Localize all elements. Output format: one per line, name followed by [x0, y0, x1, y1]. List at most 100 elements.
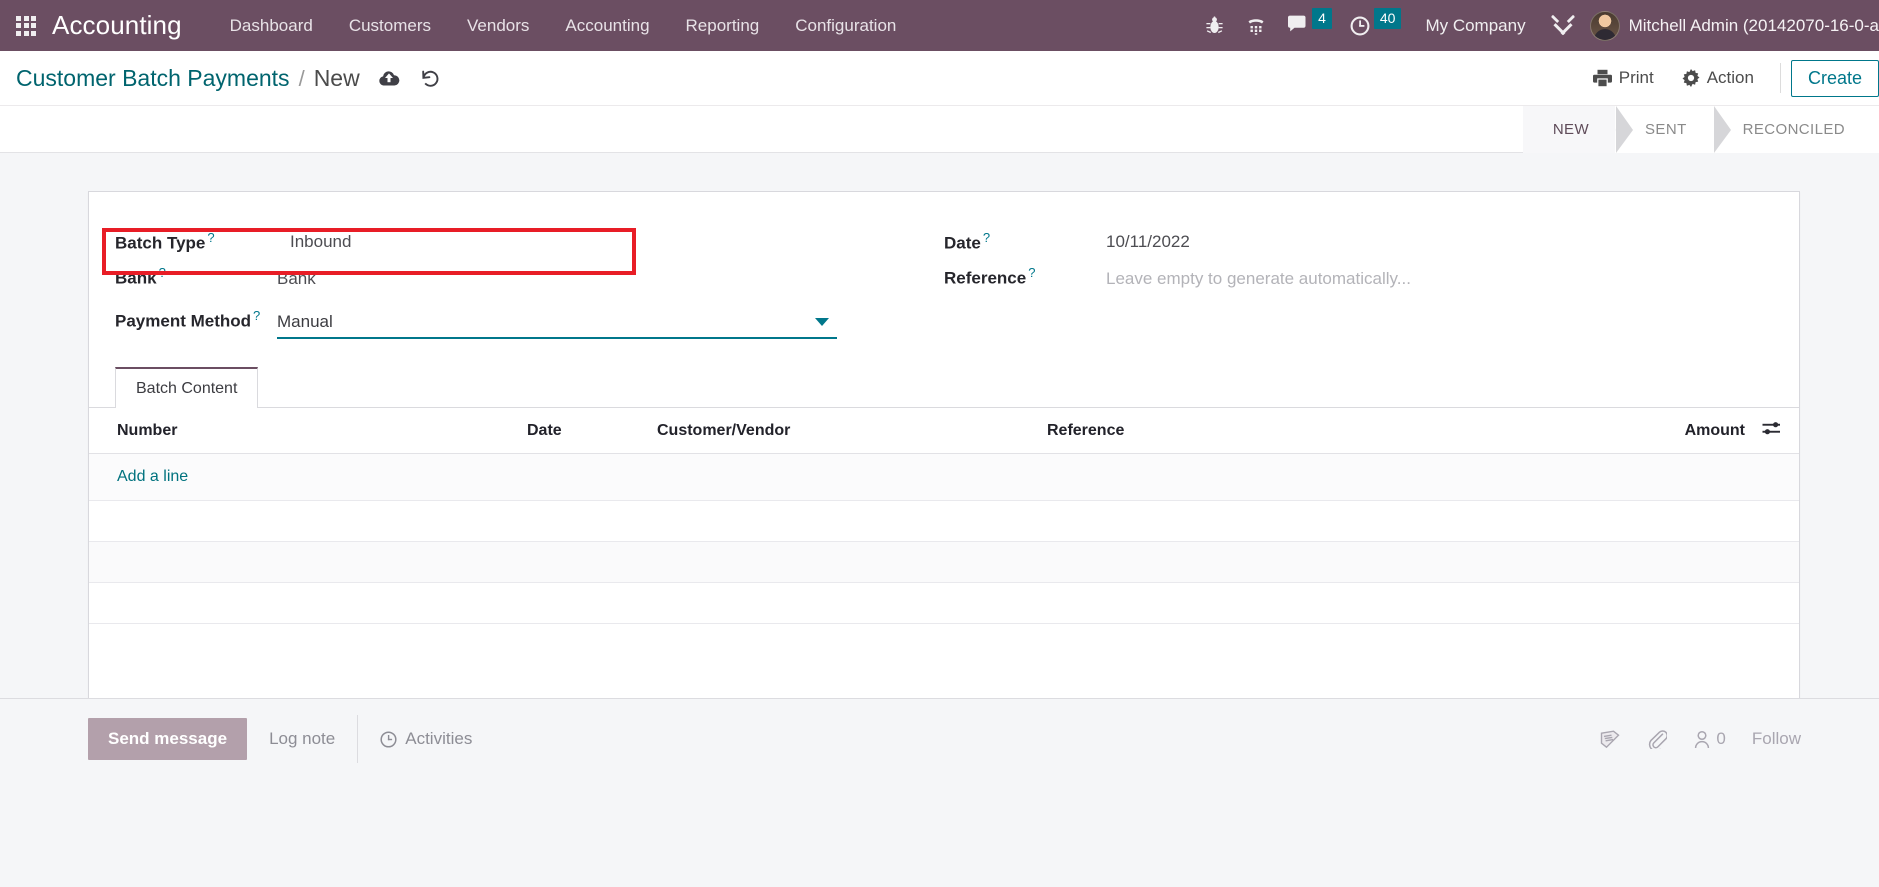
empty-cell [89, 623, 1799, 681]
cloud-upload-icon[interactable] [378, 70, 400, 87]
action-button[interactable]: Action [1668, 51, 1768, 105]
breadcrumb-parent[interactable]: Customer Batch Payments [16, 65, 290, 92]
bug-icon[interactable] [1193, 0, 1235, 51]
field-bank-value: Bank [277, 268, 316, 288]
page-body: Batch Type? Inbound Bank? Bank Payment M… [0, 153, 1879, 800]
action-label: Action [1706, 68, 1754, 87]
stage-arrow-edge [1713, 105, 1731, 153]
chevron-down-icon[interactable] [815, 318, 829, 326]
column-header-customer-vendor: Customer/Vendor [649, 408, 1039, 454]
column-header-amount: Amount [1469, 408, 1799, 454]
gear-icon [1682, 69, 1700, 87]
empty-cell [89, 541, 1799, 583]
send-message-button[interactable]: Send message [88, 718, 248, 760]
paperclip-icon[interactable] [1647, 729, 1668, 749]
batch-content-table: Number Date Customer/Vendor Reference Am… [89, 408, 1799, 681]
status-stage-new-label: NEW [1552, 120, 1590, 138]
toolbar-divider [1779, 63, 1781, 93]
menu-dashboard[interactable]: Dashboard [212, 0, 331, 51]
field-date-value: 10/11/2022 [1106, 231, 1190, 251]
clock-icon [380, 730, 397, 748]
activities-button[interactable]: Activities [358, 718, 494, 760]
chatter-right-tools: 0 Follow [1599, 729, 1879, 749]
help-icon[interactable]: ? [207, 230, 214, 245]
add-a-line-link[interactable]: Add a line [117, 468, 188, 485]
activities-counter[interactable]: 40 [1340, 0, 1410, 51]
breadcrumb-current: New [313, 64, 360, 91]
printer-icon [1592, 69, 1612, 87]
control-panel: Customer Batch Payments / New Print Acti… [0, 51, 1879, 153]
activities-badge: 40 [1373, 8, 1402, 29]
form-sheet: Batch Type? Inbound Bank? Bank Payment M… [88, 191, 1800, 729]
menu-configuration[interactable]: Configuration [777, 0, 914, 51]
table-header-row: Number Date Customer/Vendor Reference Am… [89, 408, 1799, 454]
form-fields: Batch Type? Inbound Bank? Bank Payment M… [89, 192, 1799, 349]
chatter: Send message Log note Activities 0 Follo… [0, 698, 1879, 800]
status-stage-reconciled[interactable]: RECONCILED [1712, 105, 1879, 153]
table-row [89, 582, 1799, 624]
stage-arrow [1599, 105, 1617, 153]
history-book-icon[interactable] [1599, 729, 1621, 749]
field-date[interactable]: Date? 10/11/2022 [944, 218, 1799, 265]
field-payment-method[interactable]: Payment Method? Manual [115, 307, 944, 349]
stage-arrow [1696, 105, 1714, 153]
activities-label: Activities [405, 729, 473, 748]
stage-arrow-edge [1616, 105, 1634, 153]
messages-counter[interactable]: 4 [1277, 0, 1340, 51]
sliders-icon[interactable] [1762, 420, 1781, 441]
messages-badge: 4 [1312, 8, 1332, 29]
help-icon[interactable]: ? [159, 265, 166, 280]
field-reference[interactable]: Reference? Leave empty to generate autom… [944, 265, 1799, 307]
field-bank[interactable]: Bank? Bank [115, 265, 944, 307]
menu-accounting[interactable]: Accounting [547, 0, 667, 51]
field-batch-type-value: Inbound [290, 231, 352, 251]
menu-vendors[interactable]: Vendors [449, 0, 547, 51]
status-stage-new[interactable]: NEW [1522, 105, 1634, 153]
create-button[interactable]: Create [1790, 59, 1879, 97]
add-line-row[interactable]: Add a line [89, 453, 1799, 501]
column-header-date: Date [519, 408, 649, 454]
field-reference-placeholder: Leave empty to generate automatically... [1106, 268, 1411, 288]
help-icon[interactable]: ? [983, 230, 990, 245]
help-icon[interactable]: ? [1028, 265, 1035, 280]
followers-button[interactable]: 0 [1693, 729, 1726, 749]
clock-icon [1350, 16, 1370, 35]
help-icon[interactable]: ? [253, 308, 260, 323]
payment-method-select[interactable]: Manual [277, 307, 837, 339]
table-row [89, 500, 1799, 542]
empty-cell [89, 500, 1799, 542]
field-date-label: Date? [944, 229, 991, 253]
field-batch-type[interactable]: Batch Type? Inbound [102, 218, 944, 265]
follow-button[interactable]: Follow [1752, 729, 1801, 749]
undo-icon[interactable] [420, 69, 440, 88]
avatar [1589, 10, 1620, 41]
add-line-cell[interactable]: Add a line [89, 453, 1799, 501]
empty-cell [89, 582, 1799, 624]
tab-batch-content[interactable]: Batch Content [115, 367, 259, 408]
apps-grid-icon[interactable] [0, 0, 52, 51]
user-icon [1695, 730, 1710, 748]
column-header-number: Number [89, 408, 519, 454]
dialpad-icon[interactable] [1235, 0, 1277, 51]
table-row [89, 541, 1799, 583]
breadcrumb-separator: / [298, 65, 305, 91]
menu-customers[interactable]: Customers [331, 0, 449, 51]
top-navbar: Accounting Dashboard Customers Vendors A… [0, 0, 1879, 51]
user-menu[interactable]: Mitchell Admin (20142070-16-0-a [1584, 10, 1879, 41]
app-brand-accounting[interactable]: Accounting [52, 10, 182, 41]
user-name: Mitchell Admin (20142070-16-0-a [1628, 15, 1879, 35]
statusbar: NEW SENT RECONCILED [1522, 105, 1879, 153]
form-column-right: Date? 10/11/2022 Reference? Leave empty … [944, 218, 1799, 349]
breadcrumb: Customer Batch Payments / New [16, 65, 360, 92]
payment-method-selected-value: Manual [277, 312, 333, 331]
notebook: Batch Content Number Date Customer/Vendo… [89, 367, 1799, 681]
print-label: Print [1618, 68, 1654, 87]
print-button[interactable]: Print [1579, 51, 1668, 105]
tools-icon[interactable] [1542, 0, 1584, 51]
field-reference-label: Reference? [944, 265, 1036, 288]
notebook-tabs: Batch Content [89, 367, 1799, 408]
company-switcher[interactable]: My Company [1409, 16, 1541, 36]
field-payment-method-label: Payment Method? [115, 308, 261, 331]
menu-reporting[interactable]: Reporting [668, 0, 778, 51]
log-note-button[interactable]: Log note [247, 718, 357, 760]
